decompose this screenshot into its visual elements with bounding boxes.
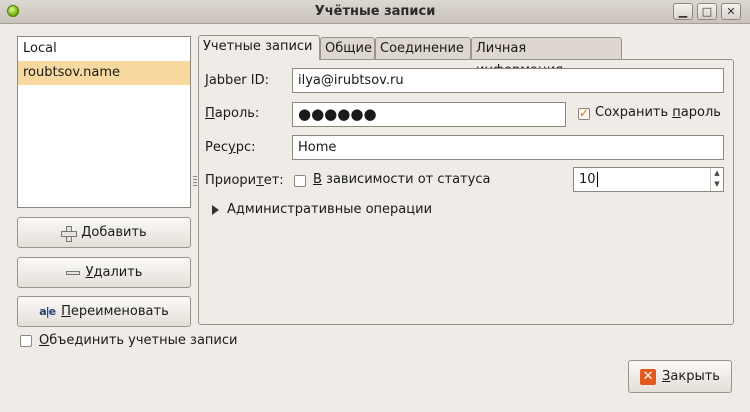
password-mnemonic: П xyxy=(205,106,215,121)
add-label: Добавить xyxy=(81,225,146,240)
rename-label-rest: ереименовать xyxy=(70,304,169,319)
save-password-label[interactable]: Сохранить пароль xyxy=(595,105,721,120)
account-list[interactable]: Local roubtsov.name xyxy=(17,36,191,208)
window-title: Учётные записи xyxy=(314,4,436,19)
resource-input[interactable]: Home xyxy=(292,135,724,160)
jid-label: Jabber ID: xyxy=(205,73,269,88)
maximize-button[interactable]: □ xyxy=(697,3,717,20)
remove-account-button[interactable]: Удалить xyxy=(17,257,191,288)
spin-down-icon[interactable]: ▼ xyxy=(711,179,723,190)
pane-splitter-grip[interactable] xyxy=(193,176,197,186)
account-item-local[interactable]: Local xyxy=(18,37,190,61)
priority-depends-checkbox[interactable] xyxy=(294,175,306,187)
merge-accounts-label[interactable]: Объединить учетные записи xyxy=(39,333,237,348)
password-label-rest: ароль: xyxy=(214,106,260,121)
add-label-rest: обавить xyxy=(91,225,147,240)
remove-label: Удалить xyxy=(86,265,143,280)
rename-icon: a|e xyxy=(39,305,56,318)
account-item-roubtsov[interactable]: roubtsov.name xyxy=(18,61,190,85)
close-button[interactable]: ✕ Закрыть xyxy=(628,360,732,393)
rename-account-button[interactable]: a|e Переименовать xyxy=(17,296,191,327)
add-mnemonic: Д xyxy=(81,225,92,240)
title-bar: Учётные записи ▁ □ ✕ xyxy=(0,0,750,24)
expander-arrow-icon[interactable] xyxy=(212,205,219,215)
resource-mnemonic: у xyxy=(228,140,236,155)
priority-value: 10 xyxy=(579,172,596,187)
minimize-button[interactable]: ▁ xyxy=(673,3,693,20)
priority-depends-label[interactable]: В зависимости от статуса xyxy=(313,172,490,187)
remove-label-rest: далить xyxy=(93,265,143,280)
merge-accounts-checkbox[interactable] xyxy=(20,335,32,347)
rename-label: Переименовать xyxy=(61,304,169,319)
admin-operations-expander[interactable]: Административные операции xyxy=(227,202,432,217)
resource-label-pre: Рес xyxy=(205,140,228,155)
tab-accounts[interactable]: Учетные записи xyxy=(198,35,320,60)
jid-input[interactable]: ilya@irubtsov.ru xyxy=(292,68,724,93)
add-account-button[interactable]: Добавить xyxy=(17,217,191,248)
maximize-icon: □ xyxy=(701,5,713,18)
merge-mnemonic: О xyxy=(39,333,50,348)
save-password-mnemonic: п xyxy=(672,105,681,120)
password-input[interactable]: ●●●●●● xyxy=(292,102,566,127)
minimize-icon: ▁ xyxy=(678,5,688,18)
text-cursor xyxy=(596,172,598,187)
close-label: Закрыть xyxy=(662,369,720,384)
priority-label-pre: Приори xyxy=(205,173,257,188)
resource-label: Ресурс: xyxy=(205,140,255,155)
tab-panel xyxy=(198,59,734,325)
close-x-icon: ✕ xyxy=(640,368,657,385)
priority-mnemonic: т xyxy=(256,173,264,188)
password-label: Пароль: xyxy=(205,106,259,121)
save-password-checkbox[interactable] xyxy=(578,106,590,120)
save-password-label-pre: Сохранить xyxy=(595,105,673,120)
tab-personal-info[interactable]: Личная информация xyxy=(471,37,622,78)
close-window-button[interactable]: ✕ xyxy=(721,3,741,20)
tab-connection[interactable]: Соединение xyxy=(375,37,471,60)
priority-spin-buttons[interactable]: ▲ ▼ xyxy=(710,168,723,191)
priority-label: Приоритет: xyxy=(205,173,284,188)
close-icon: ✕ xyxy=(726,5,736,18)
close-label-rest: акрыть xyxy=(670,369,720,384)
priority-depends-label-rest: зависимости от статуса xyxy=(321,172,491,187)
plus-icon xyxy=(61,225,78,242)
priority-spinbox[interactable]: 10 ▲ ▼ xyxy=(573,167,724,192)
minus-icon xyxy=(65,270,80,275)
jid-label-rest: abber ID: xyxy=(208,73,270,88)
rename-mnemonic: П xyxy=(61,304,71,319)
tab-general[interactable]: Общие xyxy=(320,37,375,60)
resource-label-post: рс: xyxy=(235,140,256,155)
merge-label-rest: бъединить учетные записи xyxy=(49,333,238,348)
priority-label-post: ет: xyxy=(263,173,284,188)
priority-depends-mnemonic: В xyxy=(313,172,322,187)
save-password-label-post: ароль xyxy=(680,105,721,120)
